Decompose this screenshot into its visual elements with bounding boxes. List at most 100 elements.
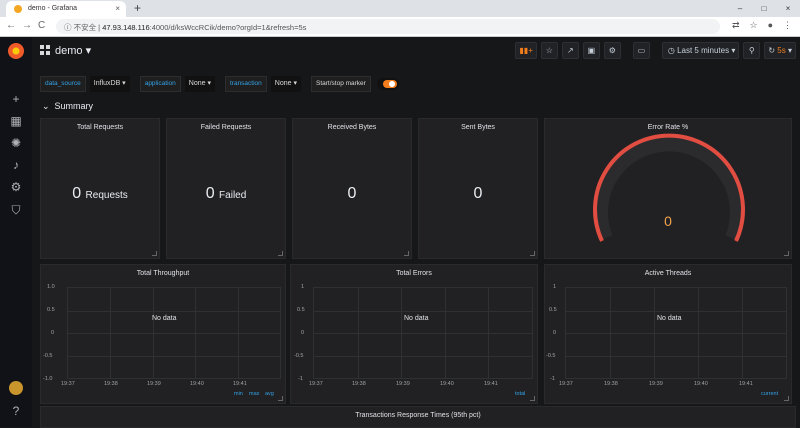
- profile-icon[interactable]: ●: [768, 20, 773, 31]
- new-tab-button[interactable]: +: [134, 1, 141, 15]
- stat-panel-total-requests: Total Requests 0 Requests: [40, 118, 160, 259]
- browser-tab[interactable]: demo - Grafana ×: [6, 1, 126, 17]
- dashboard-settings-gear-icon[interactable]: ⚙: [603, 42, 621, 59]
- dashboard-main: demo ▾ ▮▮+ ☆ ↗ ▣ ⚙ ▭ ◷ Last 5 minutes ▾ …: [32, 37, 800, 428]
- create-plus-icon[interactable]: +: [9, 92, 23, 106]
- minimize-button[interactable]: –: [728, 0, 752, 17]
- stat-panel-failed-requests: Failed Requests 0 Failed: [166, 118, 286, 259]
- x-tick: 19:39: [147, 381, 161, 387]
- panel-title[interactable]: Sent Bytes: [419, 124, 537, 131]
- close-window-button[interactable]: ×: [776, 0, 800, 17]
- dashboard-navbar: demo ▾ ▮▮+ ☆ ↗ ▣ ⚙ ▭ ◷ Last 5 minutes ▾ …: [32, 37, 800, 65]
- maximize-button[interactable]: □: [752, 0, 776, 17]
- resize-handle[interactable]: [278, 251, 283, 256]
- star-dashboard-icon[interactable]: ☆: [540, 42, 558, 59]
- grid-line-horizontal: [68, 333, 280, 334]
- y-tick: 0.5: [47, 307, 55, 313]
- resize-handle[interactable]: [152, 251, 157, 256]
- template-variables: data_source InfluxDB ▾ application None …: [40, 75, 399, 93]
- y-tick: 0.5: [297, 307, 305, 313]
- legend-total[interactable]: total: [515, 391, 525, 397]
- menu-dots-icon[interactable]: ⋮: [783, 20, 792, 31]
- resize-handle[interactable]: [404, 251, 409, 256]
- resize-handle[interactable]: [784, 251, 789, 256]
- stat-panel-sent-bytes: Sent Bytes 0: [418, 118, 538, 259]
- y-tick: 1: [553, 284, 557, 290]
- legend-max[interactable]: max: [249, 391, 259, 397]
- var-select-transaction[interactable]: None ▾: [270, 76, 301, 92]
- grid-line-horizontal: [68, 356, 280, 357]
- y-tick: -0.5: [294, 353, 304, 359]
- dashboard-title[interactable]: demo ▾: [55, 44, 91, 57]
- gauge-chart: [593, 133, 745, 242]
- reload-button[interactable]: C: [38, 20, 45, 31]
- refresh-picker-button[interactable]: ↻ 5s ▾: [764, 42, 796, 59]
- panel-title[interactable]: Received Bytes: [293, 124, 411, 131]
- var-select-data-source[interactable]: InfluxDB ▾: [89, 76, 130, 92]
- forward-button[interactable]: →: [22, 20, 32, 31]
- panel-title[interactable]: Active Threads: [545, 270, 791, 277]
- x-tick: 19:40: [440, 381, 454, 387]
- legend-current[interactable]: current: [761, 391, 778, 397]
- help-icon[interactable]: ?: [9, 404, 23, 418]
- translate-icon[interactable]: ⇄: [732, 20, 740, 31]
- back-button[interactable]: ←: [6, 20, 16, 31]
- browser-actions: ⇄ ☆ ● ⋮: [732, 20, 792, 31]
- no-data-label: No data: [152, 315, 177, 322]
- x-tick: 19:39: [649, 381, 663, 387]
- y-tick: -0.5: [546, 353, 556, 359]
- row-summary[interactable]: ⌄ Summary: [42, 101, 93, 112]
- resize-handle[interactable]: [530, 251, 535, 256]
- x-tick: 19:41: [739, 381, 753, 387]
- stat-value: 0: [347, 185, 357, 202]
- var-select-application[interactable]: None ▾: [184, 76, 215, 92]
- stat-value: 0: [473, 185, 483, 202]
- grid-line-horizontal: [314, 333, 532, 334]
- panel-title[interactable]: Total Requests: [41, 124, 159, 131]
- grafana-favicon-icon: [14, 5, 22, 13]
- legend-min[interactable]: min: [234, 391, 243, 397]
- graph-plot-area[interactable]: [313, 287, 533, 379]
- resize-handle[interactable]: [784, 396, 789, 401]
- panel-title[interactable]: Failed Requests: [167, 124, 285, 131]
- graph-panel-total-errors: Total Errors 1 0.5 0 -0.5 -1 19:37 19:38…: [290, 264, 538, 404]
- user-avatar[interactable]: [9, 381, 23, 395]
- x-tick: 19:41: [484, 381, 498, 387]
- browser-tabbar: demo - Grafana × + – □ ×: [0, 0, 800, 17]
- panel-title[interactable]: Transactions Response Times (95th pct): [41, 412, 795, 419]
- url-path: :4000/d/ksWccRCik/demo?orgId=1&refresh=5…: [149, 23, 307, 32]
- dashboards-grid-icon[interactable]: ▦: [9, 114, 23, 128]
- start-stop-marker-toggle[interactable]: [376, 78, 399, 90]
- share-dashboard-icon[interactable]: ↗: [561, 42, 579, 59]
- save-dashboard-icon[interactable]: ▣: [582, 42, 600, 59]
- x-tick: 19:40: [190, 381, 204, 387]
- tab-title: demo - Grafana: [28, 5, 78, 12]
- side-menu: + ▦ ✺ ♪ ⚙ ⛉ ?: [0, 37, 32, 427]
- time-picker-button[interactable]: ◷ Last 5 minutes ▾: [661, 42, 740, 59]
- panel-title[interactable]: Total Throughput: [41, 270, 285, 277]
- configuration-gear-icon[interactable]: ⚙: [9, 180, 23, 194]
- explore-compass-icon[interactable]: ✺: [9, 136, 23, 150]
- x-tick: 19:37: [309, 381, 323, 387]
- tab-close-icon[interactable]: ×: [115, 4, 120, 13]
- zoom-out-search-icon[interactable]: ⚲: [743, 42, 761, 59]
- address-bar[interactable]: ⓘ 不安全 | 47.93.148.116:4000/d/ksWccRCik/d…: [56, 19, 720, 34]
- y-tick: -0.5: [43, 353, 53, 359]
- site-info-icon[interactable]: ⓘ: [64, 23, 72, 32]
- alerting-bell-icon[interactable]: ♪: [9, 158, 23, 172]
- resize-handle[interactable]: [278, 396, 283, 401]
- grid-line-horizontal: [314, 356, 532, 357]
- legend-avg[interactable]: avg: [265, 391, 274, 397]
- server-admin-shield-icon[interactable]: ⛉: [9, 203, 23, 217]
- insecure-label: 不安全: [73, 23, 97, 32]
- resize-handle[interactable]: [530, 396, 535, 401]
- add-panel-icon[interactable]: ▮▮+: [515, 42, 537, 59]
- tv-mode-icon[interactable]: ▭: [632, 42, 650, 59]
- bookmark-star-icon[interactable]: ☆: [749, 20, 757, 31]
- gauge-panel-error-rate: Error Rate % 0: [544, 118, 792, 259]
- y-tick: 0: [553, 330, 557, 336]
- graph-plot-area[interactable]: [565, 287, 787, 379]
- grafana-logo-icon[interactable]: [8, 43, 24, 59]
- panel-title[interactable]: Total Errors: [291, 270, 537, 277]
- graph-plot-area[interactable]: [67, 287, 281, 379]
